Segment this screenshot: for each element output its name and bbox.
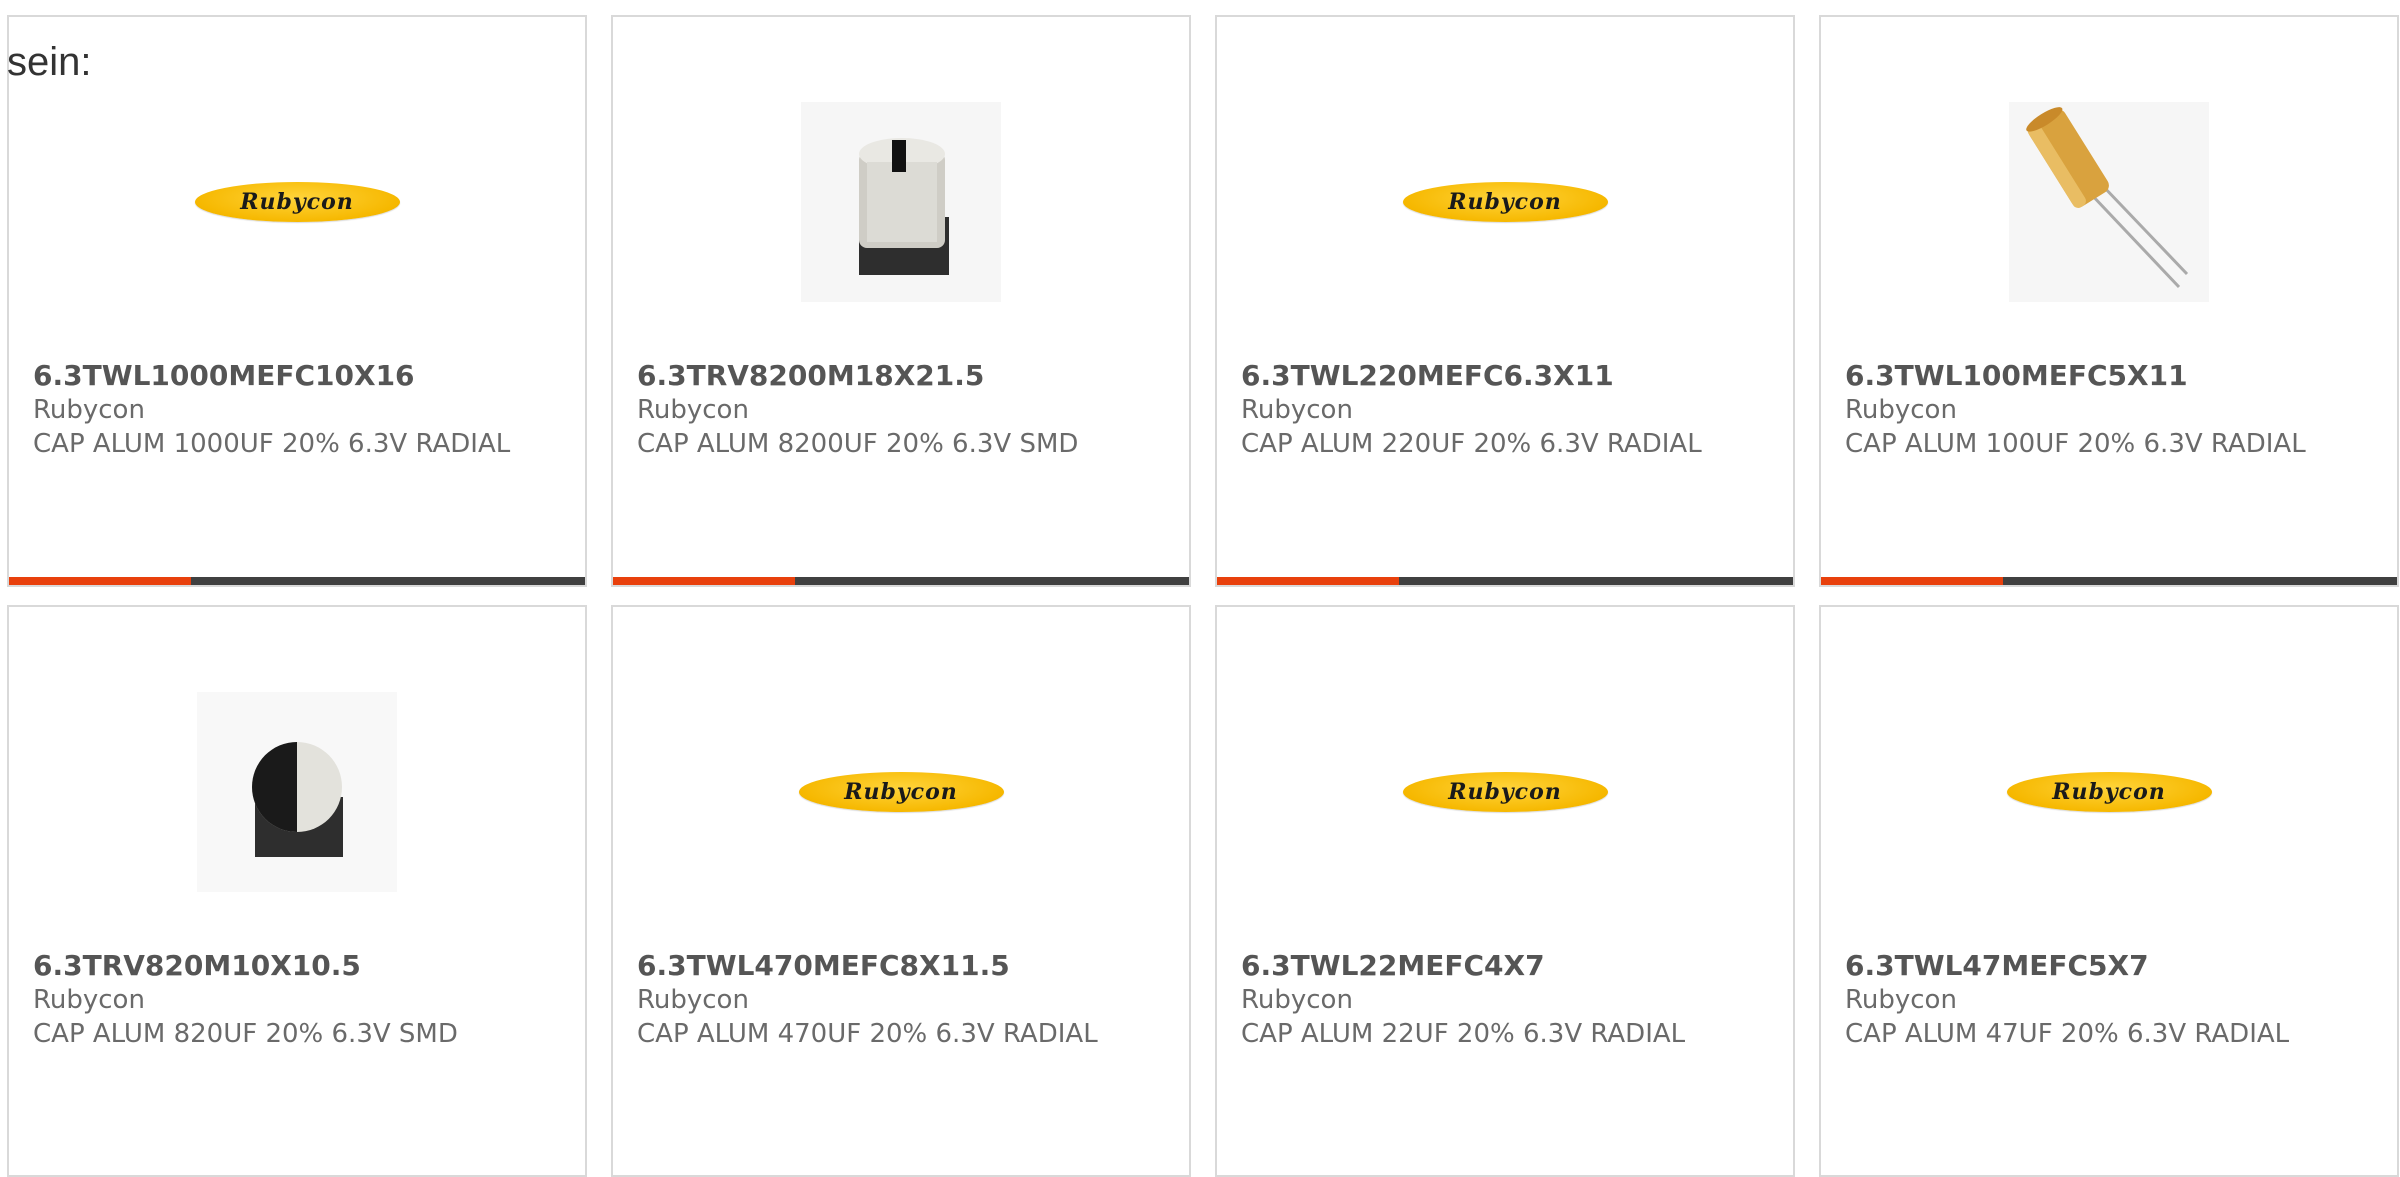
rubycon-logo: Rubycon [798, 772, 1004, 812]
part-number-link[interactable]: 6.3TWL1000MEFC10X16 [33, 359, 565, 393]
manufacturer: Rubycon [637, 985, 749, 1015]
card-accent-bar [1821, 577, 2003, 585]
manufacturer: Rubycon [33, 985, 145, 1015]
card-footer-bar [9, 577, 585, 585]
rubycon-logo: Rubycon [194, 182, 400, 222]
product-card[interactable]: Rubycon 6.3TWL1000MEFC10X16 Rubycon CAP … [7, 15, 587, 587]
product-image[interactable]: Rubycon [613, 667, 1189, 917]
product-description: CAP ALUM 100UF 20% 6.3V RADIAL [1845, 429, 2306, 459]
card-footer-bar [1821, 577, 2397, 585]
card-footer-bar [1217, 577, 1793, 585]
manufacturer: Rubycon [1845, 395, 1957, 425]
product-card[interactable]: Rubycon 6.3TWL47MEFC5X7 Rubycon CAP ALUM… [1819, 605, 2399, 1177]
product-card[interactable]: Rubycon 6.3TWL22MEFC4X7 Rubycon CAP ALUM… [1215, 605, 1795, 1177]
product-description: CAP ALUM 8200UF 20% 6.3V SMD [637, 429, 1079, 459]
product-info: 6.3TWL470MEFC8X11.5 Rubycon CAP ALUM 470… [637, 949, 1169, 1051]
product-info: 6.3TWL47MEFC5X7 Rubycon CAP ALUM 47UF 20… [1845, 949, 2377, 1051]
product-info: 6.3TRV820M10X10.5 Rubycon CAP ALUM 820UF… [33, 949, 565, 1051]
part-number-link[interactable]: 6.3TWL220MEFC6.3X11 [1241, 359, 1773, 393]
product-description: CAP ALUM 820UF 20% 6.3V SMD [33, 1019, 458, 1049]
product-info: 6.3TWL100MEFC5X11 Rubycon CAP ALUM 100UF… [1845, 359, 2377, 461]
rubycon-logo: Rubycon [2006, 772, 2212, 812]
rubycon-logo: Rubycon [1402, 772, 1608, 812]
product-image[interactable]: Rubycon [1217, 77, 1793, 327]
product-image[interactable] [613, 77, 1189, 327]
manufacturer: Rubycon [1241, 395, 1353, 425]
card-footer-bar [613, 577, 1189, 585]
part-number-link[interactable]: 6.3TWL100MEFC5X11 [1845, 359, 2377, 393]
product-info: 6.3TWL1000MEFC10X16 Rubycon CAP ALUM 100… [33, 359, 565, 461]
manufacturer: Rubycon [637, 395, 749, 425]
product-image[interactable]: Rubycon [9, 77, 585, 327]
manufacturer: Rubycon [1241, 985, 1353, 1015]
card-accent-bar [1217, 577, 1399, 585]
card-accent-bar [613, 577, 795, 585]
part-number-link[interactable]: 6.3TWL22MEFC4X7 [1241, 949, 1773, 983]
product-card[interactable]: 6.3TRV8200M18X21.5 Rubycon CAP ALUM 8200… [611, 15, 1191, 587]
product-grid: Rubycon 6.3TWL1000MEFC10X16 Rubycon CAP … [7, 15, 2399, 1177]
page-heading: sein: [7, 40, 92, 84]
product-info: 6.3TWL22MEFC4X7 Rubycon CAP ALUM 22UF 20… [1241, 949, 1773, 1051]
product-description: CAP ALUM 47UF 20% 6.3V RADIAL [1845, 1019, 2290, 1049]
part-number-link[interactable]: 6.3TWL470MEFC8X11.5 [637, 949, 1169, 983]
product-card[interactable]: Rubycon 6.3TWL470MEFC8X11.5 Rubycon CAP … [611, 605, 1191, 1177]
part-number-link[interactable]: 6.3TRV8200M18X21.5 [637, 359, 1169, 393]
product-image[interactable] [1821, 77, 2397, 327]
manufacturer: Rubycon [33, 395, 145, 425]
product-info: 6.3TRV8200M18X21.5 Rubycon CAP ALUM 8200… [637, 359, 1169, 461]
product-card[interactable]: 6.3TWL100MEFC5X11 Rubycon CAP ALUM 100UF… [1819, 15, 2399, 587]
product-image[interactable] [9, 667, 585, 917]
product-info: 6.3TWL220MEFC6.3X11 Rubycon CAP ALUM 220… [1241, 359, 1773, 461]
product-image[interactable]: Rubycon [1217, 667, 1793, 917]
product-description: CAP ALUM 22UF 20% 6.3V RADIAL [1241, 1019, 1686, 1049]
rubycon-logo: Rubycon [1402, 182, 1608, 222]
part-number-link[interactable]: 6.3TWL47MEFC5X7 [1845, 949, 2377, 983]
smd-capacitor-photo [197, 692, 397, 892]
product-description: CAP ALUM 470UF 20% 6.3V RADIAL [637, 1019, 1098, 1049]
radial-capacitor-photo [2009, 102, 2209, 302]
product-card[interactable]: 6.3TRV820M10X10.5 Rubycon CAP ALUM 820UF… [7, 605, 587, 1177]
manufacturer: Rubycon [1845, 985, 1957, 1015]
product-card[interactable]: Rubycon 6.3TWL220MEFC6.3X11 Rubycon CAP … [1215, 15, 1795, 587]
product-description: CAP ALUM 1000UF 20% 6.3V RADIAL [33, 429, 511, 459]
part-number-link[interactable]: 6.3TRV820M10X10.5 [33, 949, 565, 983]
smd-capacitor-photo [801, 102, 1001, 302]
card-accent-bar [9, 577, 191, 585]
product-description: CAP ALUM 220UF 20% 6.3V RADIAL [1241, 429, 1702, 459]
product-image[interactable]: Rubycon [1821, 667, 2397, 917]
